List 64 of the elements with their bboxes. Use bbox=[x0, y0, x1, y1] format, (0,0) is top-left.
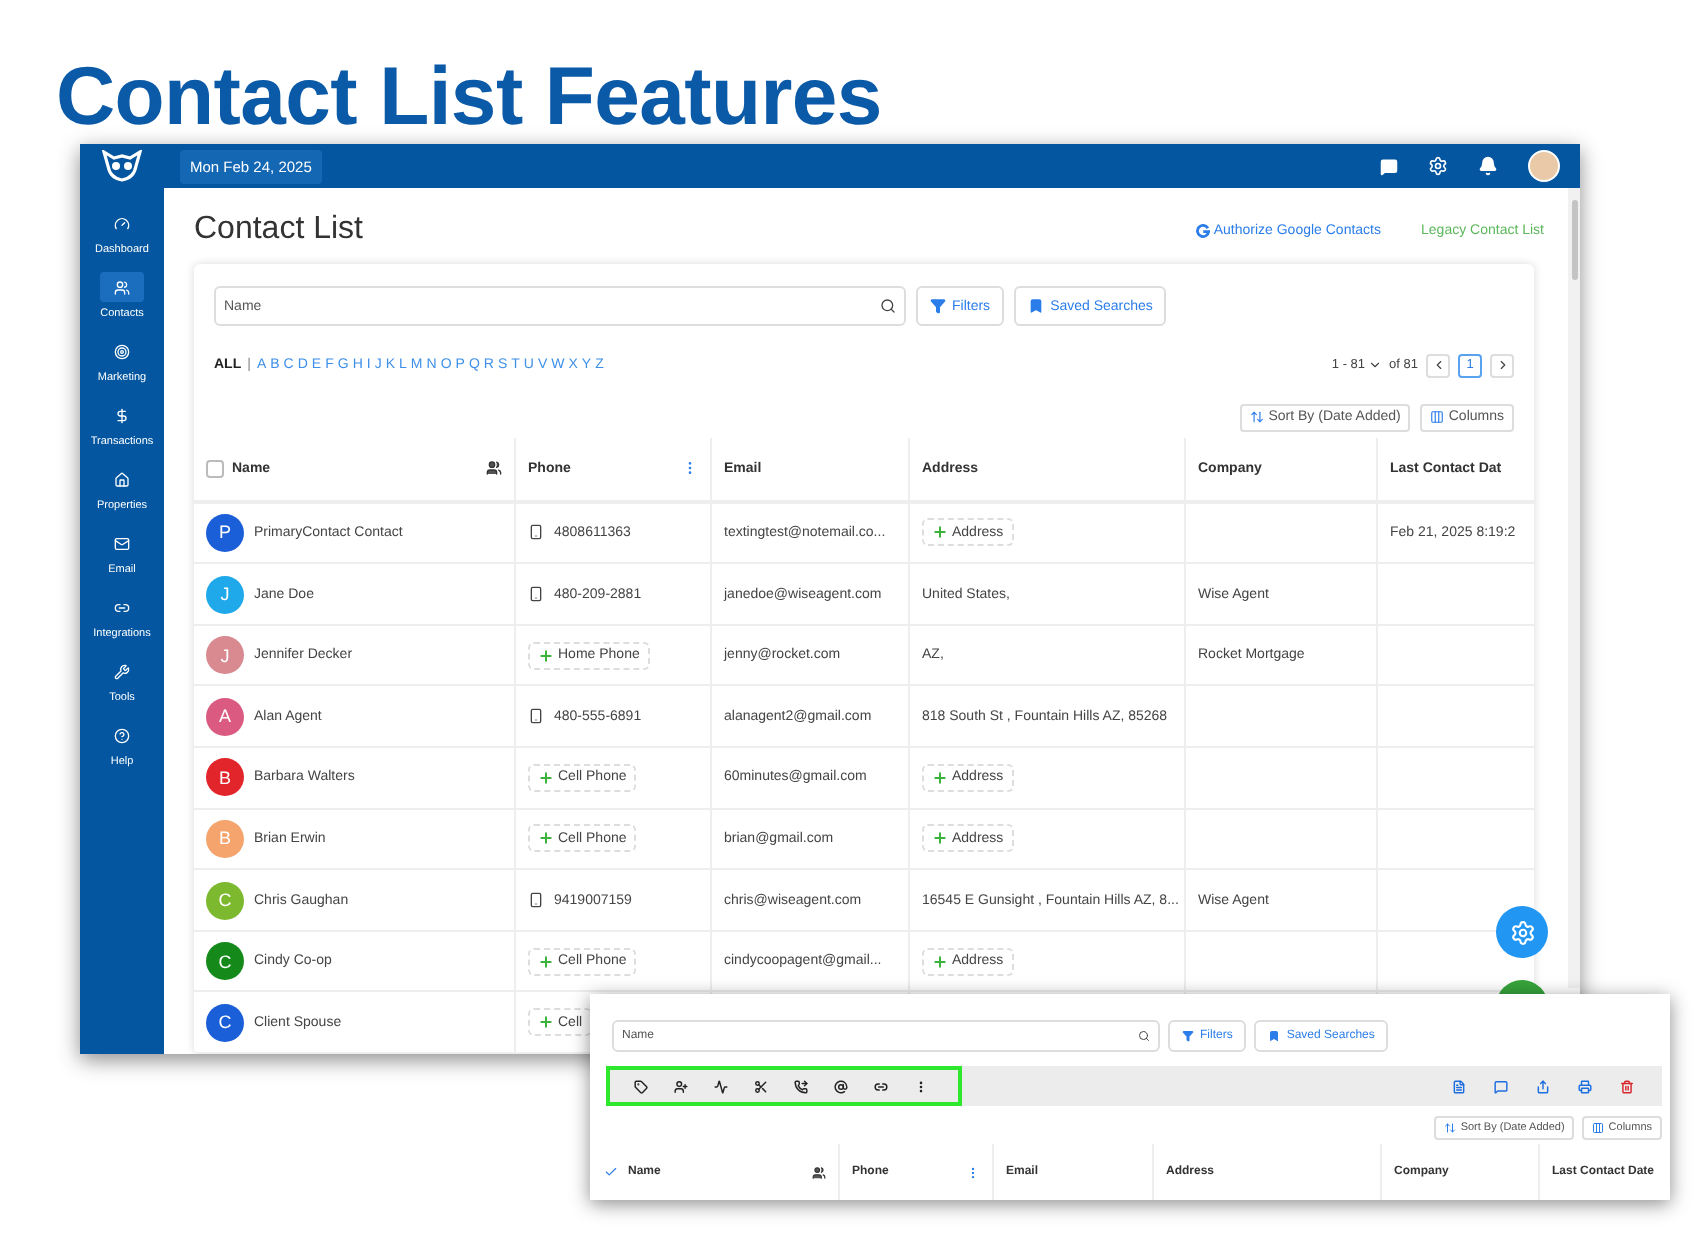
g-icon bbox=[1195, 223, 1210, 237]
phone-icon bbox=[528, 892, 544, 909]
caret-icon bbox=[1367, 358, 1382, 373]
page-heading: Contact List Features bbox=[54, 48, 884, 144]
contact-avatar: J bbox=[206, 575, 244, 614]
chat-icon[interactable] bbox=[1380, 157, 1398, 175]
plus-icon bbox=[538, 830, 554, 847]
plus-icon bbox=[932, 524, 948, 541]
plus-icon bbox=[932, 953, 948, 970]
more-icon bbox=[966, 1165, 980, 1179]
select-all-checkbox[interactable] bbox=[206, 459, 224, 478]
settings-icon bbox=[1509, 919, 1535, 945]
contact-avatar: B bbox=[206, 819, 244, 858]
users-icon bbox=[114, 279, 130, 295]
contact-avatar: A bbox=[206, 697, 244, 736]
plus-icon bbox=[538, 769, 554, 786]
gauge-icon bbox=[113, 215, 130, 231]
scrollbar[interactable] bbox=[1568, 188, 1580, 988]
plus-icon bbox=[932, 830, 948, 847]
columns-icon bbox=[1592, 1122, 1605, 1134]
phone-icon bbox=[528, 586, 544, 603]
search-icon bbox=[880, 298, 896, 314]
bell-icon[interactable] bbox=[1478, 156, 1498, 176]
phone-icon bbox=[528, 708, 544, 725]
search-icon bbox=[1138, 1030, 1150, 1042]
page-title: Contact List bbox=[194, 212, 363, 248]
owl-logo bbox=[102, 150, 142, 182]
previous-page-button[interactable] bbox=[1426, 353, 1450, 378]
chevron-right-icon bbox=[1495, 358, 1509, 373]
contact-avatar: C bbox=[206, 942, 244, 981]
chevron-left-icon bbox=[1431, 358, 1445, 373]
plus-icon bbox=[932, 769, 948, 786]
columns-icon bbox=[1430, 410, 1445, 425]
target-icon bbox=[114, 343, 130, 359]
filter-icon bbox=[1182, 1030, 1194, 1042]
settings-icon[interactable] bbox=[1428, 156, 1448, 176]
plus-icon bbox=[538, 1014, 554, 1031]
help-icon bbox=[114, 727, 130, 743]
group-icon bbox=[486, 460, 502, 477]
select-all-checkbox[interactable] bbox=[602, 1163, 620, 1181]
contact-avatar: J bbox=[206, 636, 244, 675]
sidebar-item[interactable] bbox=[100, 272, 144, 302]
user-avatar[interactable] bbox=[1528, 150, 1560, 182]
contact-avatar: C bbox=[206, 881, 244, 920]
wrench-icon bbox=[114, 663, 130, 679]
contact-avatar: C bbox=[206, 1003, 244, 1042]
contact-avatar: B bbox=[206, 758, 244, 797]
contact-avatar: P bbox=[206, 513, 244, 552]
plus-icon bbox=[538, 953, 554, 970]
plus-icon bbox=[538, 647, 554, 664]
phone-icon bbox=[528, 524, 544, 541]
home-icon bbox=[113, 471, 130, 487]
settings-fab[interactable] bbox=[1496, 906, 1548, 958]
dollar-icon bbox=[114, 407, 130, 423]
bookmark-icon bbox=[1028, 298, 1045, 314]
filter-icon bbox=[930, 298, 946, 314]
next-page-button[interactable] bbox=[1490, 353, 1514, 378]
mail-icon bbox=[114, 535, 130, 551]
link-icon bbox=[114, 599, 130, 615]
bookmark-icon bbox=[1268, 1030, 1281, 1042]
check-icon bbox=[604, 1164, 618, 1180]
sort-icon bbox=[1444, 1122, 1457, 1134]
sort-icon bbox=[1250, 410, 1265, 425]
group-icon bbox=[812, 1165, 826, 1179]
